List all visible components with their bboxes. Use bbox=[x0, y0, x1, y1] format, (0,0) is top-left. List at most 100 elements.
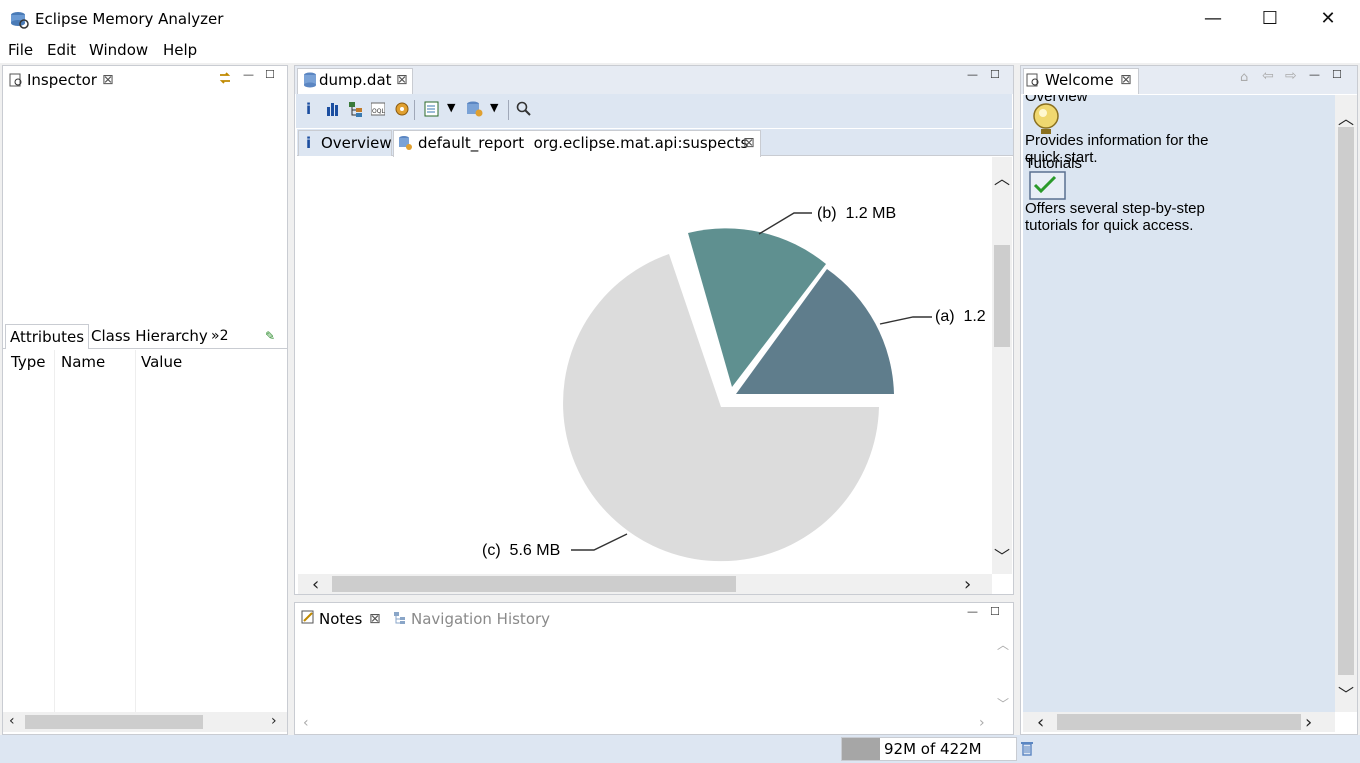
column-value[interactable]: Value bbox=[141, 353, 182, 371]
close-icon[interactable]: ⊠ bbox=[102, 72, 114, 88]
maximize-icon[interactable]: ☐ bbox=[990, 605, 1000, 618]
status-bar: 92M of 422M bbox=[0, 735, 1360, 763]
scroll-thumb[interactable] bbox=[25, 715, 203, 729]
scroll-up-icon[interactable]: ︿ bbox=[994, 165, 1010, 189]
scroll-up-icon[interactable]: ︿ bbox=[997, 636, 1009, 653]
menu-help[interactable]: Help bbox=[163, 41, 197, 59]
heap-dump-menu-icon[interactable] bbox=[466, 101, 484, 121]
vertical-scrollbar[interactable]: ︿ ﹀ bbox=[1335, 95, 1357, 712]
minimize-button[interactable]: — bbox=[1190, 8, 1236, 32]
home-icon[interactable]: ⌂ bbox=[1240, 70, 1248, 85]
tab-overview[interactable]: Overview bbox=[321, 134, 392, 152]
heap-status-text: 92M of 422M bbox=[884, 740, 982, 758]
maximize-button[interactable]: ☐ bbox=[1247, 8, 1293, 32]
maximize-icon[interactable]: ☐ bbox=[990, 68, 1000, 81]
chevron-down-icon[interactable]: ▼ bbox=[447, 101, 455, 114]
heap-usage-bar bbox=[842, 738, 880, 760]
tab-navigation-history[interactable]: Navigation History bbox=[411, 610, 550, 628]
column-type[interactable]: Type bbox=[11, 353, 45, 371]
scroll-thumb[interactable] bbox=[332, 576, 736, 592]
close-button[interactable]: ✕ bbox=[1305, 8, 1351, 32]
toolbar-separator bbox=[508, 100, 509, 120]
tab-attributes[interactable]: Attributes bbox=[5, 324, 90, 349]
pie-label-c: (c) 5.6 MB bbox=[482, 542, 561, 559]
tab-class-hierarchy[interactable]: Class Hierarchy bbox=[89, 327, 210, 345]
horizontal-scrollbar[interactable]: ‹ › bbox=[298, 574, 992, 595]
scroll-down-icon[interactable]: ﹀ bbox=[994, 543, 1010, 567]
close-icon[interactable]: ⊠ bbox=[743, 135, 755, 151]
tab-default-report[interactable]: default_report org.eclipse.mat.api:suspe… bbox=[418, 134, 748, 152]
vertical-scrollbar[interactable]: ︿ ﹀ bbox=[992, 157, 1012, 574]
scroll-left-icon[interactable]: ‹ bbox=[312, 574, 319, 595]
scroll-thumb[interactable] bbox=[1057, 714, 1301, 730]
scroll-up-icon[interactable]: ︿ bbox=[1338, 105, 1354, 129]
report-icon bbox=[398, 135, 412, 155]
oql-icon[interactable]: OQL bbox=[370, 102, 386, 120]
toolbar-separator bbox=[414, 100, 415, 120]
minimize-icon[interactable]: — bbox=[967, 68, 978, 81]
title-bar: Eclipse Memory Analyzer — ☐ ✕ bbox=[0, 0, 1360, 38]
scroll-left-icon[interactable]: ‹ bbox=[1037, 712, 1044, 733]
column-divider bbox=[54, 350, 55, 712]
column-name[interactable]: Name bbox=[61, 353, 105, 371]
tutorials-desc-1: Offers several step-by-step bbox=[1025, 200, 1205, 217]
run-report-icon[interactable] bbox=[394, 101, 410, 121]
welcome-icon bbox=[1026, 73, 1040, 91]
database-icon bbox=[303, 72, 317, 92]
svg-text:OQL: OQL bbox=[372, 108, 385, 115]
scroll-right-icon[interactable]: › bbox=[964, 574, 971, 595]
window-title: Eclipse Memory Analyzer bbox=[35, 10, 224, 28]
menu-edit[interactable]: Edit bbox=[47, 41, 76, 59]
horizontal-scrollbar[interactable]: ‹ › bbox=[1023, 712, 1335, 733]
notes-text-area[interactable] bbox=[296, 632, 992, 714]
editor-tab-dump[interactable]: dump.dat bbox=[319, 71, 392, 89]
info-icon[interactable]: i bbox=[306, 100, 311, 118]
notes-icon bbox=[301, 610, 315, 628]
tab-overflow[interactable]: »2 bbox=[211, 328, 228, 344]
menu-window[interactable]: Window bbox=[89, 41, 148, 59]
query-browser-icon[interactable] bbox=[424, 101, 442, 121]
welcome-tab[interactable]: Welcome bbox=[1045, 71, 1114, 89]
tab-notes[interactable]: Notes bbox=[319, 610, 362, 628]
close-icon[interactable]: ⊠ bbox=[1120, 72, 1132, 88]
info-icon: i bbox=[306, 134, 312, 152]
scroll-thumb[interactable] bbox=[1338, 127, 1354, 675]
scroll-left-icon[interactable]: ‹ bbox=[303, 715, 309, 731]
pin-icon[interactable]: ✎ bbox=[265, 329, 275, 343]
sync-icon[interactable] bbox=[217, 70, 233, 90]
welcome-panel: Welcome ⊠ ⌂ ⇦ ⇨ — ☐ Overview Provides in… bbox=[1020, 65, 1358, 735]
scroll-down-icon[interactable]: ﹀ bbox=[997, 695, 1009, 712]
histogram-icon[interactable] bbox=[326, 102, 340, 120]
chart-area: (b) 1.2 MB (a) 1.2 (c) 5.6 MB bbox=[298, 157, 992, 574]
minimize-icon[interactable]: — bbox=[967, 605, 978, 618]
overview-desc-1: Provides information for the bbox=[1025, 132, 1209, 149]
maximize-icon[interactable]: ☐ bbox=[1332, 68, 1342, 81]
tutorials-title[interactable]: Tutorials bbox=[1025, 155, 1082, 172]
inspector-tab[interactable]: Inspector bbox=[27, 71, 97, 89]
scroll-right-icon[interactable]: › bbox=[979, 715, 985, 731]
maximize-icon[interactable]: ☐ bbox=[265, 68, 275, 81]
close-icon[interactable]: ⊠ bbox=[369, 611, 381, 627]
minimize-icon[interactable]: — bbox=[243, 68, 254, 81]
dominator-tree-icon[interactable] bbox=[348, 101, 364, 121]
column-divider bbox=[135, 350, 136, 712]
chevron-down-icon[interactable]: ▼ bbox=[490, 101, 498, 114]
search-icon[interactable] bbox=[516, 101, 532, 121]
scroll-thumb[interactable] bbox=[994, 245, 1010, 347]
inspector-icon bbox=[9, 73, 23, 91]
scroll-left-icon[interactable]: ‹ bbox=[9, 713, 15, 729]
back-arrow-icon[interactable]: ⇦ bbox=[1262, 68, 1274, 84]
minimize-icon[interactable]: — bbox=[1309, 68, 1320, 81]
forward-arrow-icon[interactable]: ⇨ bbox=[1285, 68, 1297, 84]
heap-status[interactable]: 92M of 422M bbox=[841, 737, 1017, 761]
close-icon[interactable]: ⊠ bbox=[396, 72, 408, 88]
pie-label-a: (a) 1.2 bbox=[935, 308, 986, 325]
scroll-right-icon[interactable]: › bbox=[1305, 712, 1312, 733]
tutorials-desc-2: tutorials for quick access. bbox=[1025, 217, 1194, 234]
menu-file[interactable]: File bbox=[8, 41, 33, 59]
app-icon bbox=[9, 9, 29, 29]
scroll-right-icon[interactable]: › bbox=[271, 713, 277, 729]
horizontal-scrollbar[interactable]: ‹ › bbox=[3, 712, 287, 732]
trash-icon[interactable] bbox=[1020, 740, 1034, 760]
scroll-down-icon[interactable]: ﹀ bbox=[1338, 681, 1354, 705]
